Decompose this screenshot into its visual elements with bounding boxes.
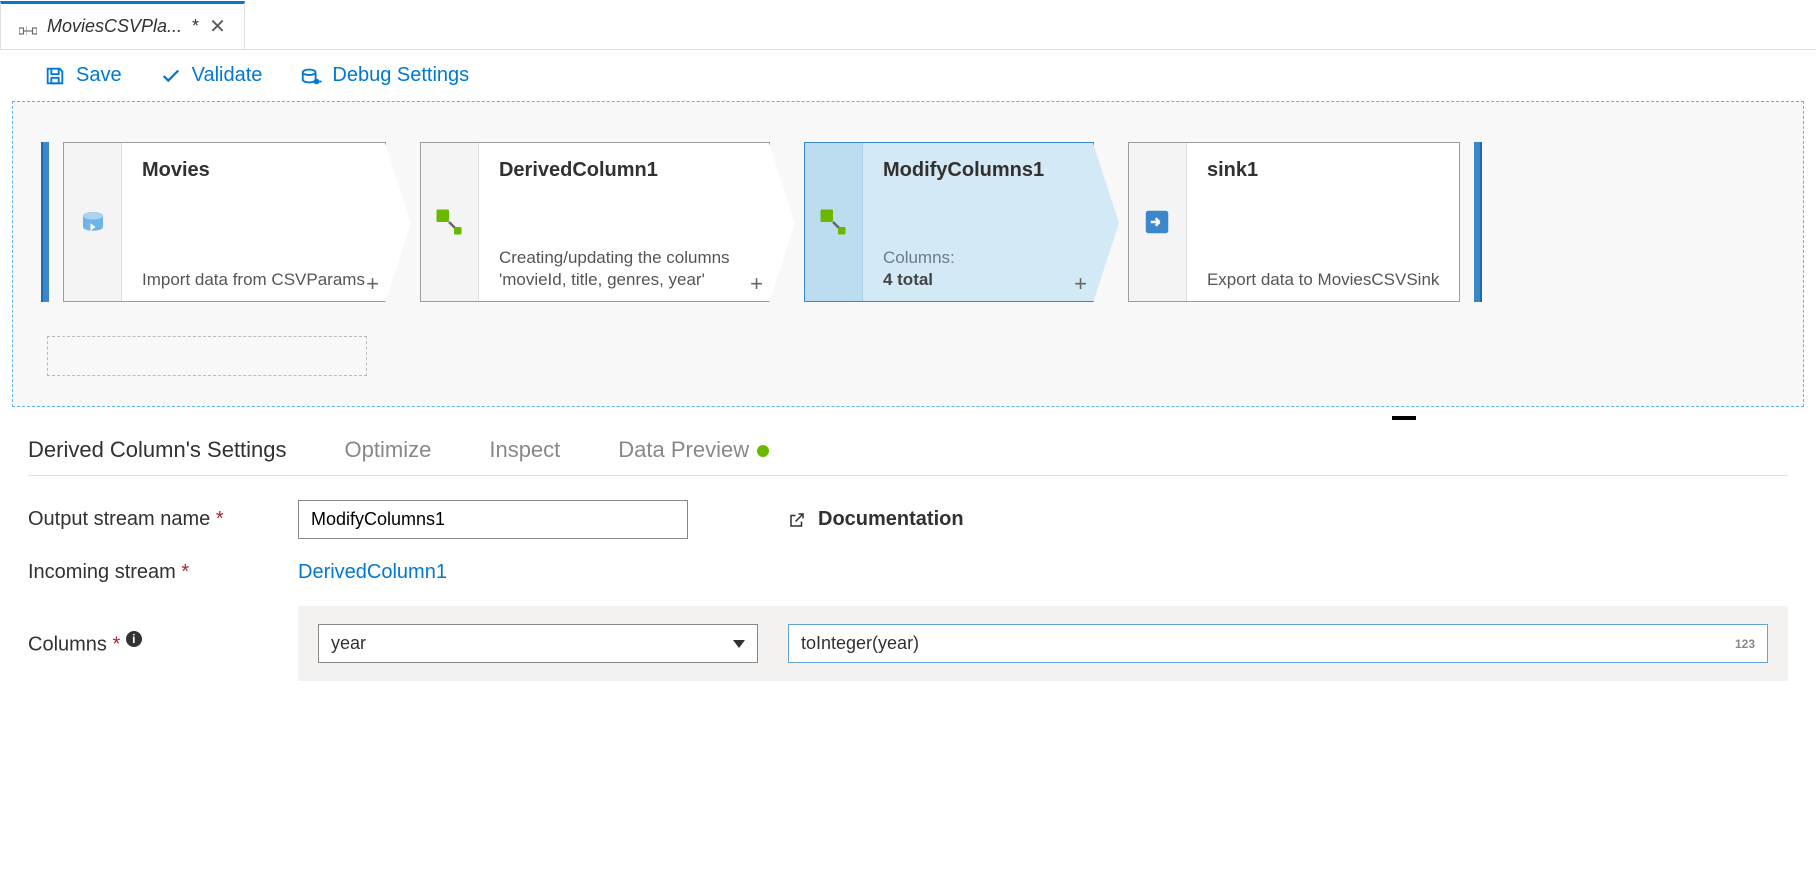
save-button[interactable]: Save xyxy=(44,64,122,87)
tab-bar: MoviesCSVPla... * ✕ xyxy=(0,0,1816,50)
external-link-icon xyxy=(788,511,806,529)
column-expression-input[interactable]: toInteger(year) 123 xyxy=(788,624,1768,663)
save-icon xyxy=(44,65,66,87)
documentation-link[interactable]: Documentation xyxy=(788,508,964,531)
node-modify-columns[interactable]: ModifyColumns1 Columns: 4 total + xyxy=(804,142,1094,302)
node-desc: Export data to MoviesCSVSink xyxy=(1207,269,1439,291)
sink-icon xyxy=(1129,143,1187,301)
node-title: Movies xyxy=(142,159,365,182)
panel-tabs: Derived Column's Settings Optimize Inspe… xyxy=(28,421,1788,476)
close-icon[interactable]: ✕ xyxy=(209,14,226,39)
derived-icon xyxy=(421,143,479,301)
add-step-button[interactable]: + xyxy=(750,271,763,297)
panel-splitter[interactable] xyxy=(0,415,1816,421)
output-stream-label: Output stream name * xyxy=(28,508,258,531)
status-dot-icon xyxy=(757,445,769,457)
columns-row: year toInteger(year) 123 xyxy=(298,606,1788,681)
node-title: ModifyColumns1 xyxy=(883,159,1073,182)
node-movies[interactable]: Movies Import data from CSVParams + xyxy=(63,142,386,302)
incoming-stream-label: Incoming stream * xyxy=(28,561,258,584)
tab-dirty: * xyxy=(192,16,199,37)
add-step-button[interactable]: + xyxy=(366,271,379,297)
check-icon xyxy=(160,65,182,87)
node-desc: Import data from CSVParams xyxy=(142,269,365,291)
node-title: sink1 xyxy=(1207,159,1439,182)
type-badge: 123 xyxy=(1735,637,1755,651)
node-sink[interactable]: sink1 Export data to MoviesCSVSink xyxy=(1128,142,1460,302)
drop-placeholder[interactable] xyxy=(47,336,367,376)
tab-inspect[interactable]: Inspect xyxy=(489,437,560,463)
canvas-right-handle[interactable] xyxy=(1474,142,1482,302)
file-tab[interactable]: MoviesCSVPla... * ✕ xyxy=(0,1,245,49)
debug-icon xyxy=(300,65,322,87)
node-desc: Columns: 4 total xyxy=(883,247,1073,291)
tab-data-preview[interactable]: Data Preview xyxy=(618,437,769,463)
node-desc: Creating/updating the columns 'movieId, … xyxy=(499,247,749,291)
tab-title: MoviesCSVPla... xyxy=(47,16,182,37)
node-derived-column[interactable]: DerivedColumn1 Creating/updating the col… xyxy=(420,142,770,302)
tab-settings[interactable]: Derived Column's Settings xyxy=(28,437,287,463)
canvas-left-handle[interactable] xyxy=(41,142,49,302)
dataflow-icon xyxy=(19,21,37,33)
node-title: DerivedColumn1 xyxy=(499,159,749,182)
tab-optimize[interactable]: Optimize xyxy=(345,437,432,463)
chevron-down-icon xyxy=(733,640,745,648)
info-icon[interactable]: i xyxy=(126,631,142,647)
flow-canvas[interactable]: Movies Import data from CSVParams + Deri… xyxy=(12,101,1804,407)
output-stream-input[interactable] xyxy=(298,500,688,539)
add-step-button[interactable]: + xyxy=(1074,271,1087,297)
toolbar: Save Validate Debug Settings xyxy=(0,50,1816,101)
column-name-dropdown[interactable]: year xyxy=(318,624,758,663)
validate-button[interactable]: Validate xyxy=(160,64,263,87)
incoming-stream-link[interactable]: DerivedColumn1 xyxy=(298,561,447,584)
debug-settings-button[interactable]: Debug Settings xyxy=(300,64,469,87)
columns-label: Columns * i xyxy=(28,631,258,657)
settings-panel: Derived Column's Settings Optimize Inspe… xyxy=(0,421,1816,727)
source-icon xyxy=(64,143,122,301)
derived-icon xyxy=(805,143,863,301)
